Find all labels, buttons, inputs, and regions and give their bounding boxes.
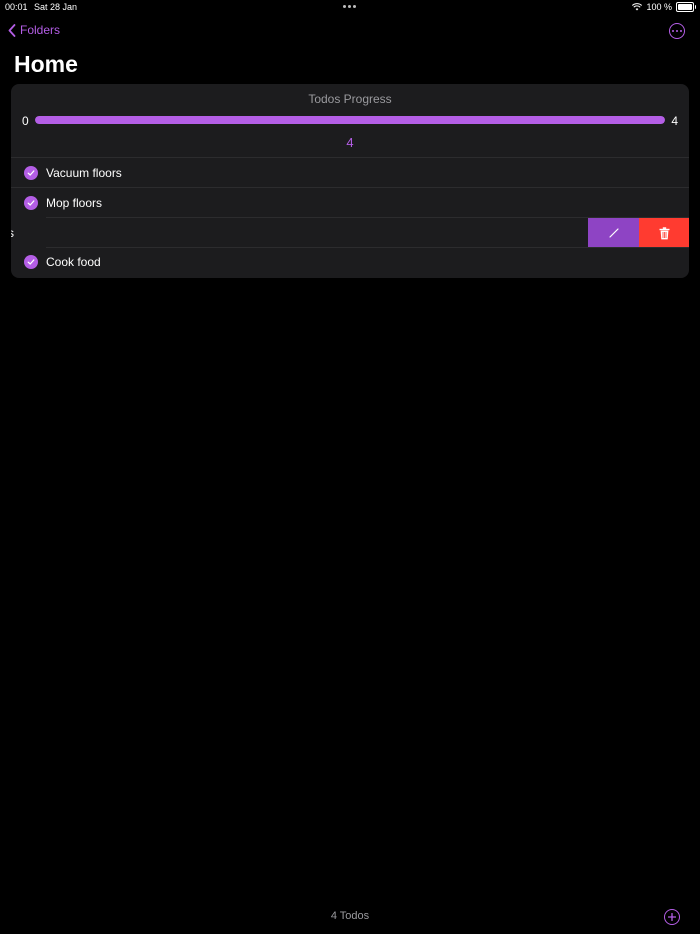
back-button[interactable]: Folders [8,23,60,37]
todo-row[interactable]: Cook food [11,247,689,277]
trash-icon [659,226,669,239]
chevron-left-icon [8,23,16,37]
todos-card: Todos Progress 0 4 4 Vacuum floors Mop f… [11,84,689,278]
checkmark-circle-icon[interactable] [24,196,38,210]
todo-label: s [11,226,14,240]
checkmark-circle-icon[interactable] [24,255,38,269]
progress-title: Todos Progress [308,92,392,106]
delete-button[interactable] [639,218,689,248]
progress-max-label: 4 [671,114,678,128]
checkmark-circle-icon[interactable] [24,166,38,180]
wifi-icon [632,3,643,11]
status-time: 00:01 [5,2,28,12]
todo-row[interactable]: Mop floors [11,187,689,218]
todos-count: 4 Todos [330,910,370,922]
todo-row-swiped[interactable]: s [11,218,689,248]
back-button-label: Folders [20,23,61,37]
todo-row[interactable]: Vacuum floors [11,157,689,188]
more-options-button[interactable] [669,23,685,39]
multitasking-dots-icon[interactable] [343,5,356,8]
todo-label: Cook food [46,255,101,269]
progress-min-label: 0 [22,114,29,128]
todo-label: Vacuum floors [46,166,122,180]
progress-bar [35,116,665,124]
status-right: 100 % [632,2,696,12]
plus-icon [668,913,676,921]
pencil-icon [608,228,619,238]
todo-label: Mop floors [46,196,103,210]
add-todo-button[interactable] [664,909,680,925]
ellipsis-icon [672,30,674,32]
progress-bar-fill [35,116,665,124]
status-bar: 00:01 Sat 28 Jan 100 % [0,0,700,14]
battery-percentage: 100 % [646,2,672,12]
edit-button[interactable] [588,218,639,248]
status-date: Sat 28 Jan [34,2,78,12]
battery-icon [676,2,696,12]
page-title: Home [14,51,78,77]
progress-value: 4 [346,135,354,150]
